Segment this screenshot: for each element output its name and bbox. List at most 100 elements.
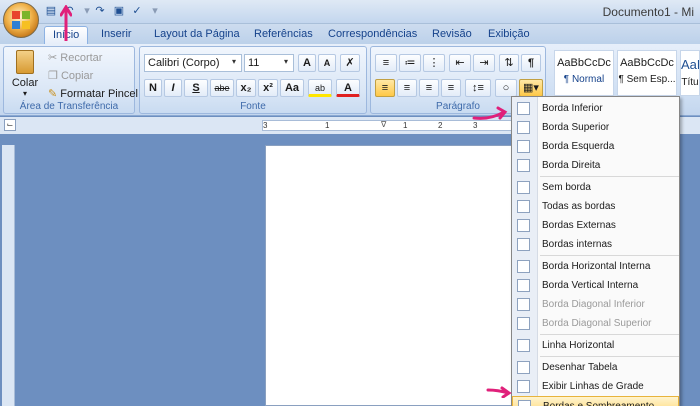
align-left-icon[interactable]: ≡ <box>375 79 395 97</box>
menu-item-border-bottom[interactable]: Borda Inferior <box>512 99 679 118</box>
spelling-icon[interactable]: ✓ <box>130 4 144 18</box>
office-button[interactable] <box>3 2 39 38</box>
font-group-label: Fonte <box>240 101 266 112</box>
print-preview-icon[interactable]: ▣ <box>112 4 126 18</box>
superscript-button[interactable]: x² <box>258 79 278 97</box>
paste-label: Colar <box>11 77 39 89</box>
customize-qat-icon[interactable]: ▾ <box>148 4 162 18</box>
show-marks-icon[interactable]: ¶ <box>521 54 541 72</box>
format-painter-button[interactable]: ✎ Formatar Pincel <box>48 87 138 100</box>
menu-item-label: Bordas e Sombreamento... <box>543 397 663 406</box>
menu-item-border-left[interactable]: Borda Esquerda <box>512 137 679 156</box>
cut-button[interactable]: ✂ Recortar <box>48 51 102 64</box>
diagonal-up-border-icon <box>517 317 530 330</box>
menu-item-inside-vertical-border[interactable]: Borda Vertical Interna <box>512 276 679 295</box>
tab-exibicao[interactable]: Exibição <box>480 26 538 44</box>
sort-icon[interactable]: ⇅ <box>499 54 519 72</box>
menu-item-inside-horizontal-border[interactable]: Borda Horizontal Interna <box>512 257 679 276</box>
redo-icon[interactable]: ↷ <box>93 4 107 18</box>
justify-icon[interactable]: ≡ <box>441 79 461 97</box>
align-center-icon[interactable]: ≡ <box>397 79 417 97</box>
align-right-icon[interactable]: ≡ <box>419 79 439 97</box>
menu-item-label: Borda Inferior <box>542 103 603 114</box>
multilevel-list-icon[interactable]: ⋮ <box>423 54 445 72</box>
font-name-dropdown-icon[interactable]: ▾ <box>232 57 236 66</box>
grow-font-button[interactable]: A <box>298 54 316 72</box>
tab-referencias[interactable]: Referências <box>246 26 321 44</box>
paste-button[interactable]: Colar ▾ <box>10 49 40 99</box>
font-name-field[interactable]: Calibri (Corpo) <box>144 54 242 72</box>
menu-item-label: Sem borda <box>542 182 591 193</box>
style-sem-esp-name: ¶ Sem Esp... <box>618 74 676 85</box>
scissors-icon: ✂ <box>48 52 58 64</box>
menu-item-border-top[interactable]: Borda Superior <box>512 118 679 137</box>
shrink-font-button[interactable]: A <box>318 54 336 72</box>
view-gridlines-icon <box>517 380 530 393</box>
borders-button[interactable]: ▦▾ <box>519 79 543 97</box>
ruler-label: 1 <box>325 121 330 130</box>
menu-item-horizontal-line[interactable]: Linha Horizontal <box>512 336 679 355</box>
horizontal-line-icon <box>517 339 530 352</box>
style-titulo[interactable]: AaBbC Títu <box>680 50 700 96</box>
clipboard-group: Colar ▾ ✂ Recortar ❐ Copiar ✎ Formatar P… <box>3 46 138 114</box>
line-spacing-icon[interactable]: ↕≡ <box>465 79 491 97</box>
menu-item-all-borders[interactable]: Todas as bordas <box>512 197 679 216</box>
menu-item-diagonal-up-border: Borda Diagonal Superior <box>512 314 679 333</box>
tab-layout-pagina[interactable]: Layout da Página <box>146 26 248 44</box>
annotation-arrow-up-icon <box>59 4 73 43</box>
clear-formatting-icon[interactable]: ✗ <box>340 54 360 72</box>
menu-item-label: Linha Horizontal <box>542 340 615 351</box>
font-color-button[interactable]: A <box>336 79 360 97</box>
increase-indent-icon[interactable]: ⇥ <box>473 54 495 72</box>
menu-item-view-gridlines[interactable]: Exibir Linhas de Grade <box>512 377 679 396</box>
ruler-label: 3 <box>473 121 478 130</box>
vertical-ruler[interactable] <box>2 145 15 406</box>
menu-item-label: Exibir Linhas de Grade <box>542 381 644 392</box>
menu-separator <box>540 176 679 177</box>
change-case-button[interactable]: Aa <box>280 79 304 97</box>
style-normal-sample: AaBbCcDc <box>557 57 611 69</box>
bullets-icon[interactable]: ≡ <box>375 54 397 72</box>
shading-icon[interactable]: ○ <box>495 79 517 97</box>
tab-revisao[interactable]: Revisão <box>424 26 480 44</box>
menu-item-label: Borda Diagonal Superior <box>542 318 652 329</box>
menu-item-inside-borders[interactable]: Bordas internas <box>512 235 679 254</box>
tab-inserir[interactable]: Inserir <box>93 26 140 44</box>
highlight-color-button[interactable]: ab <box>308 79 332 97</box>
ruler-label: 1 <box>403 121 408 130</box>
menu-item-diagonal-down-border: Borda Diagonal Inferior <box>512 295 679 314</box>
numbering-icon[interactable]: ≔ <box>399 54 421 72</box>
menu-item-border-right[interactable]: Borda Direita <box>512 156 679 175</box>
tab-selector-icon[interactable]: ⌙ <box>4 119 16 131</box>
style-titulo-sample: AaBbC <box>681 57 699 72</box>
save-icon[interactable]: ▤ <box>44 4 58 18</box>
menu-item-label: Borda Horizontal Interna <box>542 261 651 272</box>
style-normal[interactable]: AaBbCcDc ¶ Normal <box>554 50 614 96</box>
border-right-icon <box>517 159 530 172</box>
bold-button[interactable]: N <box>144 79 162 97</box>
menu-item-no-border[interactable]: Sem borda <box>512 178 679 197</box>
italic-button[interactable]: I <box>164 79 182 97</box>
decrease-indent-icon[interactable]: ⇤ <box>449 54 471 72</box>
font-size-dropdown-icon[interactable]: ▾ <box>284 57 288 66</box>
menu-separator <box>540 255 679 256</box>
borders-dropdown-menu: Borda Inferior Borda Superior Borda Esquer… <box>511 96 680 406</box>
menu-item-label: Borda Diagonal Inferior <box>542 299 645 310</box>
menu-item-label: Bordas internas <box>542 239 613 250</box>
title-bar: ▤ ↶ ▾ ↷ ▣ ✓ ▾ Documento1 - Mi <box>0 0 700 24</box>
no-border-icon <box>517 181 530 194</box>
indent-marker-icon[interactable]: ∇ <box>381 120 386 129</box>
undo-dropdown-icon[interactable]: ▾ <box>80 4 94 18</box>
underline-button[interactable]: S <box>184 79 208 97</box>
style-sem-espacamento[interactable]: AaBbCcDc ¶ Sem Esp... <box>617 50 677 96</box>
menu-item-outside-borders[interactable]: Bordas Externas <box>512 216 679 235</box>
menu-item-borders-shading[interactable]: Bordas e Sombreamento... <box>512 396 679 406</box>
subscript-button[interactable]: x₂ <box>236 79 256 97</box>
all-borders-icon <box>517 200 530 213</box>
strikethrough-button[interactable]: abe <box>210 79 234 97</box>
tab-correspondencias[interactable]: Correspondências <box>320 26 425 44</box>
menu-item-draw-table[interactable]: Desenhar Tabela <box>512 358 679 377</box>
border-top-icon <box>517 121 530 134</box>
copy-button[interactable]: ❐ Copiar <box>48 69 93 82</box>
menu-item-label: Borda Direita <box>542 160 601 171</box>
